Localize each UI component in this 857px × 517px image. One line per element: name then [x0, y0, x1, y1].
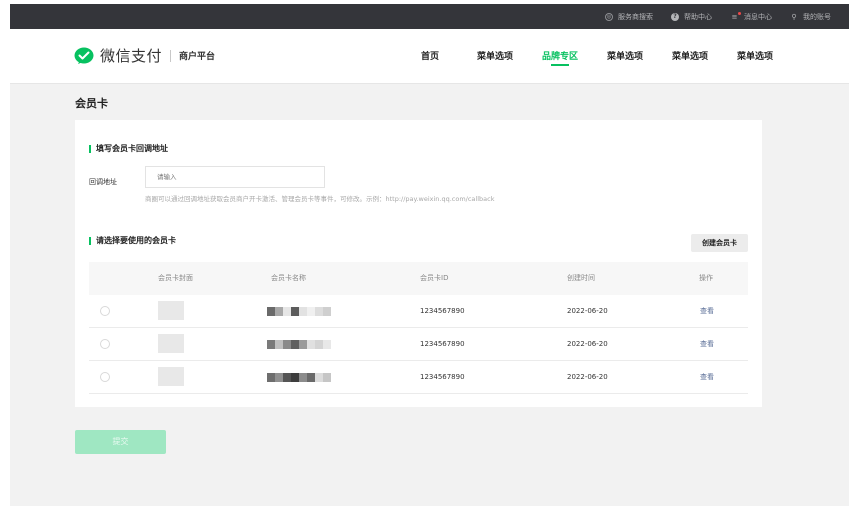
card-created-date: 2022-06-20 — [567, 373, 608, 381]
row-radio[interactable] — [100, 339, 110, 349]
card-id: 1234567890 — [420, 307, 465, 315]
row-radio[interactable] — [100, 306, 110, 316]
nav-item-brand-zone[interactable]: 品牌专区 — [542, 49, 578, 66]
wechat-pay-logo-icon — [74, 47, 94, 64]
my-account-label: 我的账号 — [803, 12, 831, 21]
nav-active-indicator — [551, 64, 569, 66]
column-header-created: 创建时间 — [567, 274, 595, 282]
table-row[interactable]: 1234567890 2022-06-20 查看 — [89, 361, 748, 394]
column-header-name: 会员卡名称 — [271, 274, 306, 282]
message-center-label: 消息中心 — [744, 12, 772, 21]
nav-item-home[interactable]: 首页 — [421, 49, 439, 62]
card-cover-thumbnail — [158, 334, 184, 353]
brand-subtitle: 商户平台 — [179, 52, 216, 62]
submit-button[interactable]: 提交 — [75, 430, 166, 454]
brand-divider — [170, 49, 172, 62]
help-center-label: 帮助中心 — [684, 12, 712, 21]
card-created-date: 2022-06-20 — [567, 340, 608, 348]
callback-url-label: 回调地址 — [89, 178, 117, 186]
member-card-table: 会员卡封面 会员卡名称 会员卡ID 创建时间 操作 1234567890 202… — [89, 262, 748, 394]
top-bar: ◎ 服务商搜索 ? 帮助中心 ≡ 消息中心 ⚲ 我的账号 — [10, 4, 849, 29]
card-id: 1234567890 — [420, 373, 465, 381]
nav-item-menu-3[interactable]: 菜单选项 — [672, 49, 708, 62]
column-header-cover: 会员卡封面 — [158, 274, 193, 282]
message-icon: ≡ — [730, 11, 741, 21]
user-icon: ⚲ — [791, 12, 797, 21]
header: 微信支付 商户平台 首页 菜单选项 品牌专区 菜单选项 菜单选项 菜单选项 — [10, 29, 849, 84]
callback-url-input[interactable] — [145, 166, 325, 188]
card-select-section-title: 请选择要使用的会员卡 — [89, 235, 176, 246]
create-member-card-button[interactable]: 创建会员卡 — [691, 234, 748, 252]
help-center-link[interactable]: ? 帮助中心 — [671, 12, 712, 22]
nav-item-menu-1[interactable]: 菜单选项 — [477, 49, 513, 62]
view-link[interactable]: 查看 — [700, 361, 714, 393]
nav-item-menu-2[interactable]: 菜单选项 — [607, 49, 643, 62]
service-search-label: 服务商搜索 — [618, 12, 653, 21]
table-row[interactable]: 1234567890 2022-06-20 查看 — [89, 295, 748, 328]
card-name-redacted — [267, 373, 331, 382]
help-icon: ? — [671, 12, 679, 21]
card-name-redacted — [267, 307, 331, 316]
table-row[interactable]: 1234567890 2022-06-20 查看 — [89, 328, 748, 361]
card-name-redacted — [267, 340, 331, 349]
page-title: 会员卡 — [75, 97, 108, 110]
service-search-icon: ◎ — [605, 12, 613, 21]
card-cover-thumbnail — [158, 301, 184, 320]
card-cover-thumbnail — [158, 367, 184, 386]
table-header: 会员卡封面 会员卡名称 会员卡ID 创建时间 操作 — [89, 262, 748, 295]
column-header-action: 操作 — [699, 274, 713, 282]
column-header-id: 会员卡ID — [420, 274, 449, 282]
brand-name: 微信支付 — [100, 47, 163, 65]
nav-item-menu-4[interactable]: 菜单选项 — [737, 49, 773, 62]
member-card-panel: 填写会员卡回调地址 回调地址 商圈可以通过回调地址获取会员商户开卡激活、管理会员… — [75, 120, 762, 407]
card-created-date: 2022-06-20 — [567, 307, 608, 315]
my-account-link[interactable]: ⚲ 我的账号 — [790, 12, 831, 22]
section-accent-bar — [89, 144, 91, 153]
app-frame: ◎ 服务商搜索 ? 帮助中心 ≡ 消息中心 ⚲ 我的账号 微信支付 商户平台 首… — [10, 4, 849, 506]
row-radio[interactable] — [100, 372, 110, 382]
view-link[interactable]: 查看 — [700, 328, 714, 360]
callback-section-title: 填写会员卡回调地址 — [89, 143, 168, 154]
brand-logo[interactable]: 微信支付 商户平台 — [74, 45, 215, 66]
service-search-link[interactable]: ◎ 服务商搜索 — [605, 12, 653, 22]
card-id: 1234567890 — [420, 340, 465, 348]
view-link[interactable]: 查看 — [700, 295, 714, 327]
callback-url-hint: 商圈可以通过回调地址获取会员商户开卡激活、管理会员卡等事件，可修改。示例：htt… — [145, 195, 495, 203]
section-accent-bar — [89, 236, 91, 245]
top-links: ◎ 服务商搜索 ? 帮助中心 ≡ 消息中心 ⚲ 我的账号 — [605, 4, 831, 29]
message-center-link[interactable]: ≡ 消息中心 — [730, 11, 772, 22]
